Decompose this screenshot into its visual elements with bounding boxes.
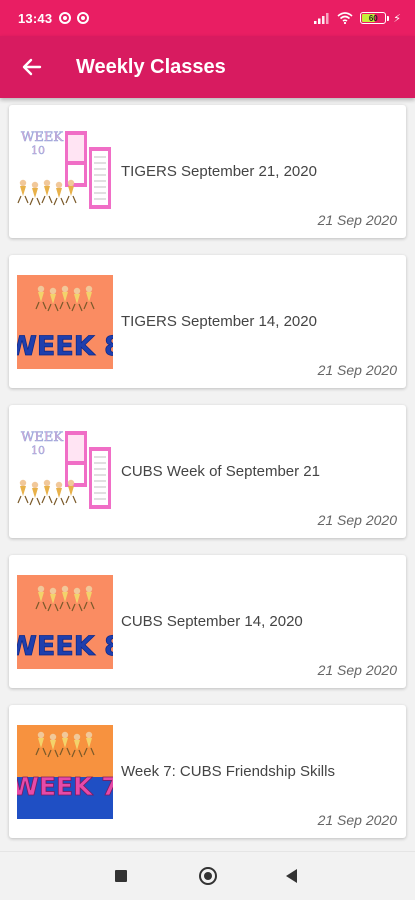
svg-text:WEEK 8: WEEK 8	[17, 631, 113, 662]
notification-icons	[59, 12, 90, 24]
status-time: 13:43	[18, 10, 53, 26]
class-card[interactable]: WEEK 8 TIGERS September 14, 2020 21 Sep 20…	[9, 255, 406, 388]
svg-text:WEEK 7: WEEK 7	[17, 772, 113, 801]
class-card[interactable]: WEEK 8 CUBS September 14, 2020 21 Sep 2020	[9, 555, 406, 688]
class-thumbnail: WEEK 7	[17, 725, 113, 819]
svg-text:10: 10	[31, 144, 45, 157]
svg-text:WEEK 8: WEEK 8	[17, 331, 113, 362]
class-list: WEEK 10 TIGERS September 21, 2020 21 Sep 20…	[9, 105, 406, 855]
back-icon[interactable]	[286, 869, 297, 883]
battery-text: 60	[368, 13, 378, 23]
class-title: Week 7: CUBS Friendship Skills	[121, 763, 335, 780]
svg-text:WEEK: WEEK	[21, 130, 63, 145]
status-bar: 13:43 60 ⚡	[0, 0, 415, 36]
class-date: 21 Sep 2020	[317, 512, 397, 528]
class-date: 21 Sep 2020	[317, 212, 397, 228]
signal-icon	[314, 13, 329, 24]
class-thumbnail: WEEK 10	[17, 425, 113, 519]
class-thumbnail: WEEK 10	[17, 125, 113, 219]
class-title: CUBS Week of September 21	[121, 463, 320, 480]
class-title: CUBS September 14, 2020	[121, 613, 303, 630]
recent-apps-icon[interactable]	[115, 870, 127, 882]
page-title: Weekly Classes	[76, 55, 226, 78]
app-bar: Weekly Classes	[0, 36, 415, 98]
svg-text:10: 10	[31, 444, 45, 457]
class-thumbnail: WEEK 8	[17, 275, 113, 369]
system-nav-bar	[0, 851, 415, 900]
class-card[interactable]: WEEK 10 TIGERS September 21, 2020 21 Sep 20…	[9, 105, 406, 238]
class-date: 21 Sep 2020	[317, 812, 397, 828]
whatsapp-icon	[77, 12, 90, 24]
arrow-left-icon	[22, 58, 42, 76]
class-title: TIGERS September 21, 2020	[121, 163, 317, 180]
class-card[interactable]: WEEK 7 Week 7: CUBS Friendship Skills 21 S…	[9, 705, 406, 838]
class-title: TIGERS September 14, 2020	[121, 313, 317, 330]
home-icon[interactable]	[199, 867, 217, 885]
charging-icon: ⚡	[393, 12, 401, 25]
svg-text:WEEK: WEEK	[21, 430, 63, 445]
class-date: 21 Sep 2020	[317, 662, 397, 678]
class-card[interactable]: WEEK 10 CUBS Week of September 21 21 Sep 20…	[9, 405, 406, 538]
class-thumbnail: WEEK 8	[17, 575, 113, 669]
back-button[interactable]	[0, 36, 64, 98]
wifi-icon	[337, 12, 353, 24]
class-date: 21 Sep 2020	[317, 362, 397, 378]
battery-icon: 60	[360, 12, 390, 24]
whatsapp-icon	[59, 12, 72, 24]
status-right: 60 ⚡	[314, 12, 401, 25]
